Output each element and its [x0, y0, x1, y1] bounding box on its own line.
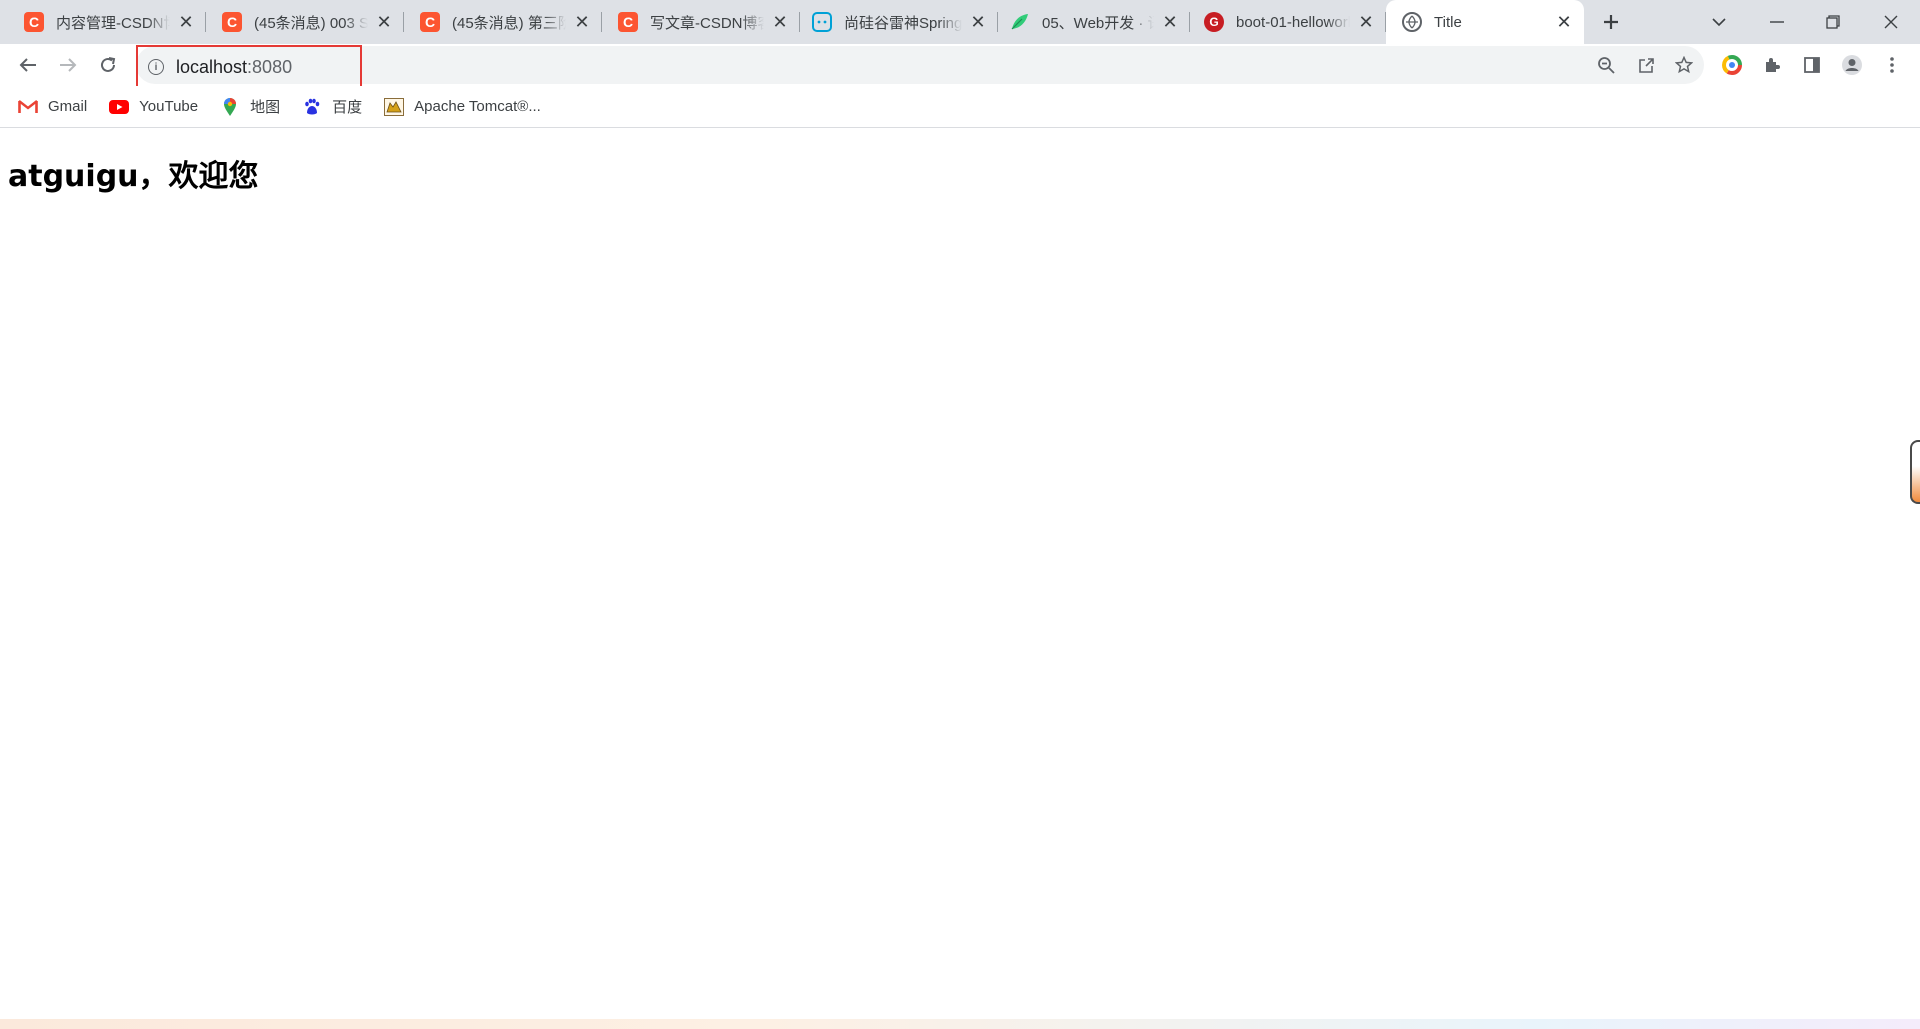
- csdn-icon: C: [618, 12, 638, 32]
- forward-button[interactable]: [52, 49, 84, 81]
- youtube-icon: [109, 97, 130, 117]
- bookmark-tomcat[interactable]: Apache Tomcat®...: [384, 92, 551, 122]
- extensions-icon[interactable]: [1756, 49, 1788, 81]
- bookmark-label: 百度: [332, 99, 363, 116]
- side-panel-icon[interactable]: [1796, 49, 1828, 81]
- zoom-icon[interactable]: [1590, 51, 1622, 79]
- tab-csdn-write[interactable]: C 写文章-CSDN博客 ✕: [602, 0, 800, 44]
- address-highlight-box[interactable]: i localhost:8080: [136, 45, 362, 89]
- bookmark-star-icon[interactable]: [1668, 51, 1700, 79]
- close-icon[interactable]: ✕: [968, 12, 988, 32]
- page-heading: atguigu，欢迎您: [8, 159, 259, 194]
- menu-kebab-icon[interactable]: [1876, 49, 1908, 81]
- tab-title: (45条消息) 第三阶段: [452, 14, 566, 32]
- csdn-icon: C: [222, 12, 242, 32]
- close-icon[interactable]: ✕: [374, 12, 394, 32]
- tab-gitee[interactable]: G boot-01-helloworld ✕: [1190, 0, 1386, 44]
- url-host: localhost: [176, 56, 248, 77]
- tab-title: 内容管理-CSDN博客: [56, 14, 170, 32]
- toolbar: i localhost:8080: [0, 44, 1920, 89]
- tab-search-button[interactable]: [1696, 0, 1742, 44]
- csdn-icon: C: [420, 12, 440, 32]
- info-icon[interactable]: i: [148, 59, 164, 75]
- csdn-icon: C: [24, 12, 44, 32]
- bookmark-label: YouTube: [139, 98, 199, 115]
- reload-button[interactable]: [92, 49, 124, 81]
- tab-strip: C 内容管理-CSDN博客 ✕ C (45条消息) 003 SpringBoot…: [0, 0, 1920, 44]
- back-button[interactable]: [12, 49, 44, 81]
- gitee-icon: G: [1204, 12, 1224, 32]
- tab-title: (45条消息) 003 SpringBoot: [254, 14, 368, 32]
- tab-csdn-messages-1[interactable]: C (45条消息) 003 SpringBoot ✕: [206, 0, 404, 44]
- bookmark-label: Apache Tomcat®...: [414, 98, 541, 115]
- maps-pin-icon: [220, 97, 240, 117]
- new-tab-button[interactable]: [1588, 0, 1634, 44]
- bookmark-youtube[interactable]: YouTube: [109, 92, 208, 122]
- close-icon[interactable]: ✕: [770, 12, 790, 32]
- globe-icon: [1402, 12, 1422, 32]
- gmail-icon: [18, 97, 38, 117]
- chrome-colors-icon[interactable]: [1716, 49, 1748, 81]
- tab-title: Title: [1434, 13, 1462, 31]
- close-icon[interactable]: ✕: [572, 12, 592, 32]
- close-window-button[interactable]: [1868, 0, 1914, 44]
- bookmark-baidu[interactable]: 百度: [302, 92, 372, 122]
- close-icon[interactable]: ✕: [1160, 12, 1180, 32]
- bookmark-maps[interactable]: 地图: [220, 92, 290, 122]
- tab-csdn-content[interactable]: C 内容管理-CSDN博客 ✕: [0, 0, 206, 44]
- url-port: :8080: [247, 56, 293, 77]
- yuque-leaf-icon: [1010, 12, 1030, 32]
- floating-scroll-widget[interactable]: [1910, 440, 1920, 504]
- bookmark-label: 地图: [250, 99, 281, 116]
- bookmark-gmail[interactable]: Gmail: [18, 92, 97, 122]
- profile-avatar-icon[interactable]: [1836, 49, 1868, 81]
- restore-button[interactable]: [1810, 0, 1856, 44]
- tab-title: boot-01-helloworld: [1236, 13, 1350, 31]
- page-viewport: atguigu，欢迎您: [0, 129, 1920, 1009]
- close-icon[interactable]: ✕: [1554, 12, 1574, 32]
- tab-title-active[interactable]: Title ✕: [1386, 0, 1584, 44]
- baidu-paw-icon: [302, 97, 322, 117]
- bottom-edge-strip: [0, 1019, 1920, 1029]
- bookmark-label: Gmail: [48, 98, 88, 115]
- close-icon[interactable]: ✕: [1356, 12, 1376, 32]
- tab-csdn-messages-2[interactable]: C (45条消息) 第三阶段 ✕: [404, 0, 602, 44]
- tab-title: 写文章-CSDN博客: [650, 14, 764, 32]
- share-icon[interactable]: [1630, 51, 1662, 79]
- omnibox[interactable]: i localhost:8080: [136, 45, 1704, 89]
- tab-yuque[interactable]: 05、Web开发 · 语雀 ✕: [998, 0, 1190, 44]
- minimize-button[interactable]: [1754, 0, 1800, 44]
- bookmarks-bar: Gmail YouTube 地图 百度 Apache Tomcat®...: [0, 86, 1920, 128]
- bilibili-icon: [812, 12, 832, 32]
- tab-title: 尚硅谷雷神SpringBoot: [844, 14, 962, 32]
- tab-bilibili[interactable]: 尚硅谷雷神SpringBoot ✕: [800, 0, 998, 44]
- close-icon[interactable]: ✕: [176, 12, 196, 32]
- tab-title: 05、Web开发 · 语雀: [1042, 14, 1154, 32]
- tomcat-icon: [384, 97, 405, 117]
